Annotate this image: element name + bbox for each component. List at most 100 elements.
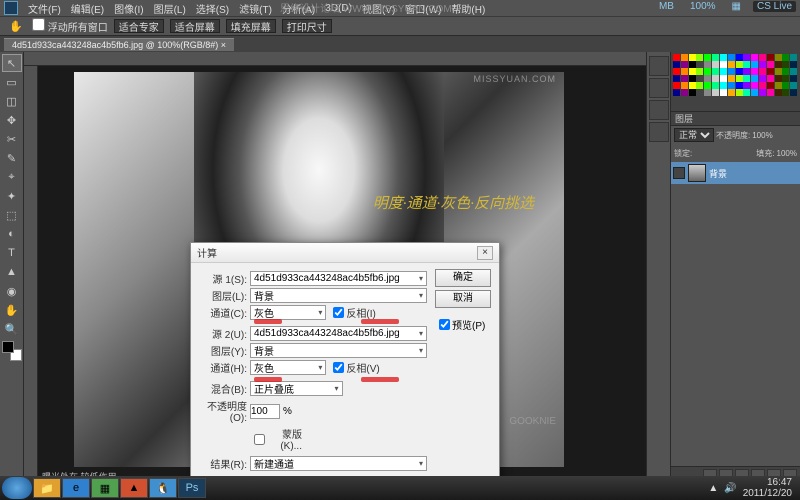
fg-bg-colors[interactable] [2, 341, 22, 361]
swatch[interactable] [790, 82, 797, 89]
swatch[interactable] [743, 82, 750, 89]
chan1-select[interactable]: 灰色 [250, 305, 326, 320]
swatch[interactable] [696, 68, 703, 75]
swatch[interactable] [696, 61, 703, 68]
swatch[interactable] [759, 75, 766, 82]
swatch[interactable] [751, 89, 758, 96]
swatch[interactable] [767, 89, 774, 96]
start-button[interactable] [2, 477, 32, 499]
swatch[interactable] [775, 54, 782, 61]
swatch[interactable] [704, 68, 711, 75]
swatch[interactable] [759, 54, 766, 61]
heal-tool[interactable]: ⌖ [2, 168, 22, 186]
brush-tool[interactable]: ✦ [2, 187, 22, 205]
menu-file[interactable]: 文件(F) [24, 1, 65, 16]
swatch[interactable] [728, 82, 735, 89]
swatch[interactable] [782, 75, 789, 82]
swatch[interactable] [728, 61, 735, 68]
swatch[interactable] [751, 75, 758, 82]
swatch[interactable] [681, 54, 688, 61]
swatch[interactable] [696, 82, 703, 89]
swatch[interactable] [767, 75, 774, 82]
swatch[interactable] [689, 75, 696, 82]
swatch[interactable] [743, 61, 750, 68]
swatch[interactable] [767, 82, 774, 89]
taskbar-explorer-icon[interactable]: 📁 [33, 478, 61, 498]
swatch[interactable] [782, 89, 789, 96]
swatch[interactable] [681, 89, 688, 96]
taskbar-ie-icon[interactable]: e [62, 478, 90, 498]
layers-header[interactable]: 图层 [671, 112, 800, 126]
dodge-tool[interactable]: ◐ [2, 225, 22, 243]
swatch[interactable] [681, 68, 688, 75]
swatch[interactable] [673, 54, 680, 61]
swatch[interactable] [782, 54, 789, 61]
lasso-tool[interactable]: ◫ [2, 92, 22, 110]
chan2-select[interactable]: 灰色 [250, 360, 326, 375]
tray-icon[interactable]: ▲ [708, 483, 718, 494]
taskbar-qq-icon[interactable]: 🐧 [149, 478, 177, 498]
swatch[interactable] [775, 68, 782, 75]
swatch[interactable] [751, 61, 758, 68]
swatch[interactable] [712, 89, 719, 96]
layer-thumbnail[interactable] [688, 164, 706, 182]
swatch[interactable] [712, 82, 719, 89]
swatch[interactable] [775, 82, 782, 89]
swatch[interactable] [743, 89, 750, 96]
dialog-titlebar[interactable]: 计算 × [191, 243, 499, 263]
swatch[interactable] [681, 61, 688, 68]
swatch[interactable] [759, 61, 766, 68]
document-tab[interactable]: 4d51d933ca443248ac4b5fb6.jpg @ 100%(RGB/… [4, 38, 234, 51]
hand-tool[interactable]: ✋ [2, 301, 22, 319]
invert2-checkbox[interactable]: 反相(V) [333, 360, 381, 375]
current-tool-icon[interactable]: ✋ [6, 17, 26, 35]
layer2-select[interactable]: 背景 [250, 343, 427, 358]
swatch[interactable] [720, 61, 727, 68]
menu-edit[interactable]: 编辑(E) [67, 1, 108, 16]
swatch[interactable] [689, 89, 696, 96]
eyedropper-tool[interactable]: ✎ [2, 149, 22, 167]
zoom-level[interactable]: 100% [686, 1, 720, 12]
swatch[interactable] [736, 54, 743, 61]
blend-select[interactable]: 正片叠底 [250, 381, 343, 396]
blend-mode-select[interactable]: 正常 [674, 128, 714, 142]
swatch[interactable] [767, 61, 774, 68]
swatch[interactable] [728, 54, 735, 61]
cslive-button[interactable]: CS Live [753, 1, 796, 12]
cancel-button[interactable]: 取消 [435, 290, 491, 308]
swatch[interactable] [767, 54, 774, 61]
swatch[interactable] [751, 82, 758, 89]
swatch[interactable] [728, 89, 735, 96]
swatch[interactable] [712, 75, 719, 82]
collapsed-panel-icon[interactable] [649, 122, 669, 142]
collapsed-panel-icon[interactable] [649, 56, 669, 76]
invert1-checkbox[interactable]: 反相(I) [333, 305, 381, 320]
swatch[interactable] [689, 61, 696, 68]
swatch[interactable] [790, 54, 797, 61]
swatch[interactable] [712, 54, 719, 61]
opacity-value[interactable]: 100% [752, 131, 772, 140]
swatch[interactable] [728, 68, 735, 75]
swatch[interactable] [790, 61, 797, 68]
swatch[interactable] [720, 75, 727, 82]
mask-checkbox[interactable]: 蒙版(K)... [254, 426, 302, 452]
swatch[interactable] [673, 61, 680, 68]
swatch[interactable] [696, 75, 703, 82]
swatch[interactable] [759, 68, 766, 75]
swatch[interactable] [743, 75, 750, 82]
opacity-input[interactable] [250, 404, 280, 419]
taskbar-ps-icon[interactable]: Ps [178, 478, 206, 498]
fit-expert-button[interactable]: 适合专家 [114, 19, 164, 33]
menu-layer[interactable]: 图层(L) [150, 1, 190, 16]
swatch[interactable] [704, 82, 711, 89]
layer1-select[interactable]: 背景 [250, 288, 427, 303]
checkbox-float-windows[interactable]: 浮动所有窗口 [32, 18, 108, 34]
swatch[interactable] [696, 54, 703, 61]
swatch[interactable] [782, 82, 789, 89]
swatch[interactable] [782, 68, 789, 75]
preview-checkbox[interactable]: 预览(P) [439, 317, 491, 332]
swatch[interactable] [775, 89, 782, 96]
swatch[interactable] [743, 54, 750, 61]
swatch[interactable] [751, 54, 758, 61]
menu-help[interactable]: 帮助(H) [447, 1, 489, 16]
